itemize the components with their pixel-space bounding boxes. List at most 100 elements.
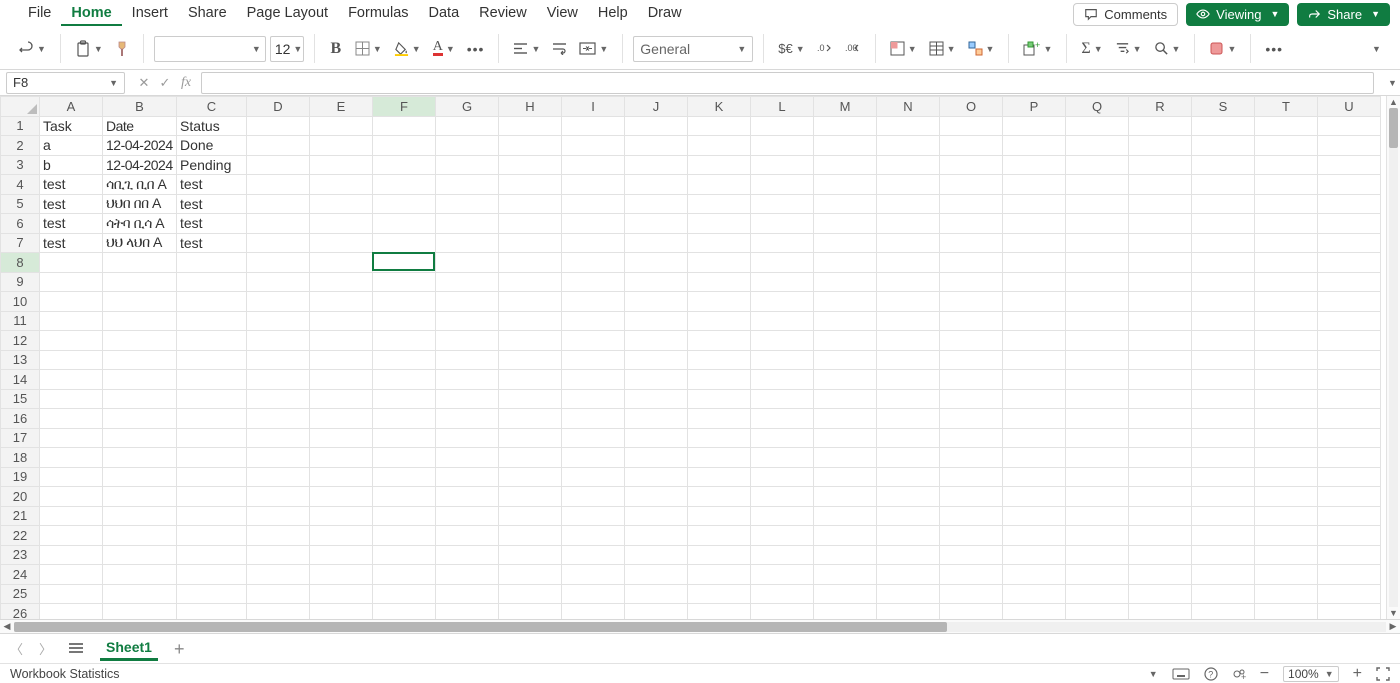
cell-E10[interactable]	[310, 292, 373, 312]
cell-P7[interactable]	[1003, 233, 1066, 253]
cell-B22[interactable]	[103, 526, 177, 546]
cell-P21[interactable]	[1003, 506, 1066, 526]
cell-U25[interactable]	[1318, 584, 1381, 604]
cell-J24[interactable]	[625, 565, 688, 585]
cell-R7[interactable]	[1129, 233, 1192, 253]
cell-Q2[interactable]	[1066, 136, 1129, 156]
cell-C3[interactable]: Pending	[177, 155, 247, 175]
cell-K14[interactable]	[688, 370, 751, 390]
cell-B7[interactable]: ህህ ላህበ A	[103, 233, 177, 253]
cell-K12[interactable]	[688, 331, 751, 351]
cell-O23[interactable]	[940, 545, 1003, 565]
cell-H2[interactable]	[499, 136, 562, 156]
row-header-22[interactable]: 22	[1, 526, 40, 546]
menu-tab-view[interactable]: View	[537, 2, 588, 26]
cell-I24[interactable]	[562, 565, 625, 585]
column-header-J[interactable]: J	[625, 97, 688, 117]
vertical-scroll-thumb[interactable]	[1389, 108, 1398, 148]
cell-R1[interactable]	[1129, 116, 1192, 136]
cell-G2[interactable]	[436, 136, 499, 156]
cell-J13[interactable]	[625, 350, 688, 370]
cell-O6[interactable]	[940, 214, 1003, 234]
cell-H19[interactable]	[499, 467, 562, 487]
cell-J23[interactable]	[625, 545, 688, 565]
row-header-4[interactable]: 4	[1, 175, 40, 195]
row-header-12[interactable]: 12	[1, 331, 40, 351]
cell-I23[interactable]	[562, 545, 625, 565]
cell-U12[interactable]	[1318, 331, 1381, 351]
cell-C9[interactable]	[177, 272, 247, 292]
cell-I17[interactable]	[562, 428, 625, 448]
cell-T9[interactable]	[1255, 272, 1318, 292]
cell-C21[interactable]	[177, 506, 247, 526]
cell-M24[interactable]	[814, 565, 877, 585]
cell-L14[interactable]	[751, 370, 814, 390]
cell-M10[interactable]	[814, 292, 877, 312]
column-header-L[interactable]: L	[751, 97, 814, 117]
cell-K2[interactable]	[688, 136, 751, 156]
column-header-N[interactable]: N	[877, 97, 940, 117]
cell-P15[interactable]	[1003, 389, 1066, 409]
cell-C17[interactable]	[177, 428, 247, 448]
cell-A7[interactable]: test	[40, 233, 103, 253]
cell-F11[interactable]	[373, 311, 436, 331]
row-header-17[interactable]: 17	[1, 428, 40, 448]
cell-A8[interactable]	[40, 253, 103, 273]
cell-R24[interactable]	[1129, 565, 1192, 585]
insert-cells-button[interactable]: +▼	[1019, 35, 1056, 63]
cell-L7[interactable]	[751, 233, 814, 253]
cell-R9[interactable]	[1129, 272, 1192, 292]
cell-R17[interactable]	[1129, 428, 1192, 448]
cell-L16[interactable]	[751, 409, 814, 429]
cell-C6[interactable]: test	[177, 214, 247, 234]
cell-L21[interactable]	[751, 506, 814, 526]
format-painter-button[interactable]	[111, 35, 133, 63]
cell-Q8[interactable]	[1066, 253, 1129, 273]
cell-F26[interactable]	[373, 604, 436, 620]
column-header-E[interactable]: E	[310, 97, 373, 117]
cell-D14[interactable]	[247, 370, 310, 390]
cell-D5[interactable]	[247, 194, 310, 214]
cell-N14[interactable]	[877, 370, 940, 390]
cell-I9[interactable]	[562, 272, 625, 292]
cell-I15[interactable]	[562, 389, 625, 409]
cell-A12[interactable]	[40, 331, 103, 351]
cell-H11[interactable]	[499, 311, 562, 331]
scroll-left-button[interactable]: ◀	[0, 621, 14, 632]
cell-Q4[interactable]	[1066, 175, 1129, 195]
cell-L5[interactable]	[751, 194, 814, 214]
cell-P5[interactable]	[1003, 194, 1066, 214]
cell-E16[interactable]	[310, 409, 373, 429]
cell-I11[interactable]	[562, 311, 625, 331]
cell-O18[interactable]	[940, 448, 1003, 468]
cell-P14[interactable]	[1003, 370, 1066, 390]
cell-R15[interactable]	[1129, 389, 1192, 409]
cell-L3[interactable]	[751, 155, 814, 175]
cell-D2[interactable]	[247, 136, 310, 156]
cell-A5[interactable]: test	[40, 194, 103, 214]
cell-P11[interactable]	[1003, 311, 1066, 331]
cell-I22[interactable]	[562, 526, 625, 546]
cell-P8[interactable]	[1003, 253, 1066, 273]
sheet-tab-sheet1[interactable]: Sheet1	[100, 636, 158, 661]
cell-D9[interactable]	[247, 272, 310, 292]
cell-R8[interactable]	[1129, 253, 1192, 273]
cell-F24[interactable]	[373, 565, 436, 585]
cell-E5[interactable]	[310, 194, 373, 214]
cell-D1[interactable]	[247, 116, 310, 136]
row-header-14[interactable]: 14	[1, 370, 40, 390]
cell-Q16[interactable]	[1066, 409, 1129, 429]
cell-B12[interactable]	[103, 331, 177, 351]
cell-I19[interactable]	[562, 467, 625, 487]
row-header-25[interactable]: 25	[1, 584, 40, 604]
row-header-9[interactable]: 9	[1, 272, 40, 292]
cell-A18[interactable]	[40, 448, 103, 468]
cell-U11[interactable]	[1318, 311, 1381, 331]
cell-S24[interactable]	[1192, 565, 1255, 585]
cell-A6[interactable]: test	[40, 214, 103, 234]
cell-L17[interactable]	[751, 428, 814, 448]
row-header-5[interactable]: 5	[1, 194, 40, 214]
cell-C4[interactable]: test	[177, 175, 247, 195]
cell-N7[interactable]	[877, 233, 940, 253]
column-header-R[interactable]: R	[1129, 97, 1192, 117]
